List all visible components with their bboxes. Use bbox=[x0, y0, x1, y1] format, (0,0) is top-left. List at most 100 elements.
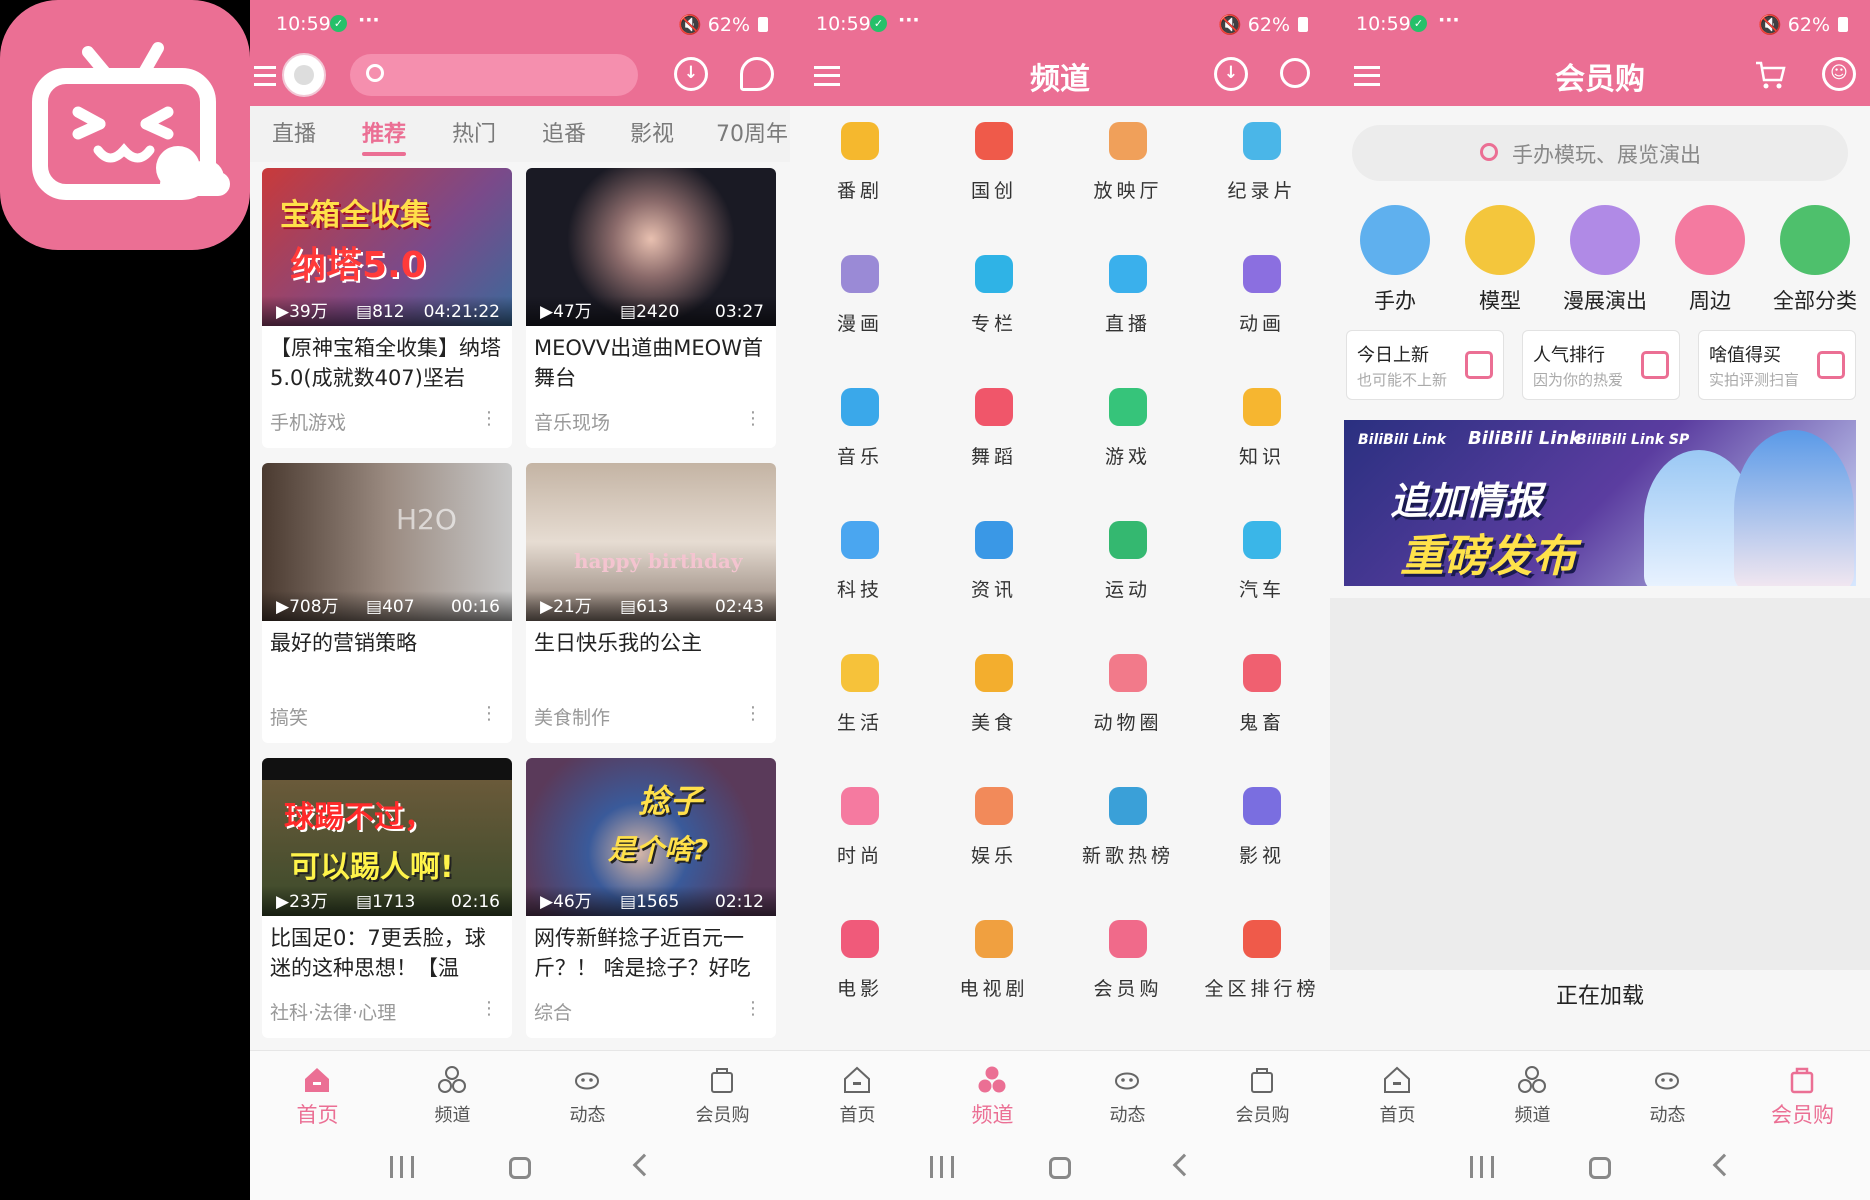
shop-search-input[interactable]: 手办模玩、展览演出 bbox=[1352, 125, 1848, 181]
tab-anime[interactable]: 追番 bbox=[542, 116, 586, 148]
channel-label: 纪录片 bbox=[1227, 180, 1297, 202]
system-home-icon[interactable] bbox=[1049, 1157, 1071, 1179]
shop-category[interactable]: 模型 bbox=[1447, 205, 1553, 315]
nav-home[interactable]: 首页 bbox=[790, 1051, 925, 1133]
channel-item[interactable]: 娱乐 bbox=[927, 773, 1061, 893]
nav-channels[interactable]: 频道 bbox=[925, 1051, 1060, 1133]
channel-label: 新歌热榜 bbox=[1081, 845, 1174, 867]
search-input[interactable] bbox=[350, 54, 638, 96]
channel-item[interactable]: 运动 bbox=[1061, 507, 1195, 627]
more-options-icon[interactable]: ⋮ bbox=[744, 408, 762, 429]
nav-channels[interactable]: 频道 bbox=[1465, 1051, 1600, 1133]
promo-banner[interactable]: BiliBili Link BiliBili Link BiliBili Lin… bbox=[1344, 420, 1856, 586]
download-icon[interactable]: ↓ bbox=[1214, 57, 1248, 91]
channel-item[interactable]: 音乐 bbox=[793, 374, 927, 494]
bilibili-app-icon[interactable] bbox=[0, 0, 250, 250]
video-card[interactable]: ▶47万 ▤2420 03:27 MEOVV出道曲MEOW首舞台 音乐现场 ⋮ bbox=[526, 168, 776, 448]
quick-link-card[interactable]: 今日上新 也可能不上新 bbox=[1346, 330, 1504, 400]
channel-item[interactable]: 直播 bbox=[1061, 241, 1195, 361]
customer-service-icon[interactable]: ☺ bbox=[1822, 57, 1856, 91]
channel-item[interactable]: 专栏 bbox=[927, 241, 1061, 361]
channel-item[interactable]: 生活 bbox=[793, 640, 927, 760]
tab-live[interactable]: 直播 bbox=[272, 116, 316, 148]
back-icon[interactable] bbox=[1172, 1153, 1196, 1177]
shop-category[interactable]: 漫展演出 bbox=[1552, 205, 1658, 315]
bottom-nav: 首页 频道 动态 会员购 bbox=[1330, 1050, 1870, 1132]
bottom-nav: 首页 频道 动态 会员购 bbox=[790, 1050, 1330, 1132]
channel-item[interactable]: 舞蹈 bbox=[927, 374, 1061, 494]
nav-channels[interactable]: 频道 bbox=[385, 1051, 520, 1133]
shop-category[interactable]: 手办 bbox=[1342, 205, 1448, 315]
quick-link-card[interactable]: 人气排行 因为你的热爱 bbox=[1522, 330, 1680, 400]
shop-screen: 10:59 ✓ ··· 🔇 62% 会员购 ☺ 手办模玩、展览演出 手办 模型 漫展… bbox=[1330, 0, 1870, 1200]
channel-item[interactable]: 番剧 bbox=[793, 108, 927, 228]
video-card[interactable]: happy birthday ▶21万 ▤613 02:43 生日快乐我的公主 … bbox=[526, 463, 776, 743]
nav-shop[interactable]: 会员购 bbox=[1195, 1051, 1330, 1133]
nav-dynamics[interactable]: 动态 bbox=[1060, 1051, 1195, 1133]
channel-item[interactable]: 漫画 bbox=[793, 241, 927, 361]
channel-icon bbox=[841, 122, 879, 160]
back-icon[interactable] bbox=[1712, 1153, 1736, 1177]
channel-item[interactable]: 放映厅 bbox=[1061, 108, 1195, 228]
channel-item[interactable]: 新歌热榜 bbox=[1061, 773, 1195, 893]
more-options-icon[interactable]: ⋮ bbox=[744, 998, 762, 1019]
channel-icon bbox=[841, 654, 879, 692]
tab-70th[interactable]: 70周年 bbox=[716, 116, 788, 148]
recent-apps-icon[interactable] bbox=[1470, 1156, 1494, 1178]
nav-home[interactable]: 首页 bbox=[250, 1051, 385, 1133]
channel-icon bbox=[975, 122, 1013, 160]
download-icon[interactable]: ↓ bbox=[674, 57, 708, 91]
more-options-icon[interactable]: ⋮ bbox=[744, 703, 762, 724]
nav-shop[interactable]: 会员购 bbox=[655, 1051, 790, 1133]
channel-icon bbox=[1243, 654, 1281, 692]
nav-shop[interactable]: 会员购 bbox=[1735, 1051, 1870, 1133]
shop-category[interactable]: 全部分类 bbox=[1762, 205, 1868, 315]
system-home-icon[interactable] bbox=[509, 1157, 531, 1179]
tab-recommend[interactable]: 推荐 bbox=[362, 116, 406, 148]
tab-movies[interactable]: 影视 bbox=[630, 116, 674, 148]
channel-item[interactable]: 美食 bbox=[927, 640, 1061, 760]
channel-item[interactable]: 时尚 bbox=[793, 773, 927, 893]
channel-item[interactable]: 会员购 bbox=[1061, 906, 1195, 1026]
tab-hot[interactable]: 热门 bbox=[452, 116, 496, 148]
channel-item[interactable]: 国创 bbox=[927, 108, 1061, 228]
channel-item[interactable]: 动画 bbox=[1195, 241, 1329, 361]
system-home-icon[interactable] bbox=[1589, 1157, 1611, 1179]
channel-item[interactable]: 游戏 bbox=[1061, 374, 1195, 494]
channel-item[interactable]: 全区排行榜 bbox=[1195, 906, 1329, 1026]
video-category: 搞笑 bbox=[270, 707, 309, 729]
channel-item[interactable]: 知识 bbox=[1195, 374, 1329, 494]
nav-dynamics[interactable]: 动态 bbox=[1600, 1051, 1735, 1133]
message-icon[interactable] bbox=[740, 57, 774, 91]
nav-home[interactable]: 首页 bbox=[1330, 1051, 1465, 1133]
more-options-icon[interactable]: ⋮ bbox=[480, 408, 498, 429]
menu-icon[interactable] bbox=[254, 66, 276, 86]
shop-category[interactable]: 周边 bbox=[1657, 205, 1763, 315]
channel-item[interactable]: 资讯 bbox=[927, 507, 1061, 627]
more-options-icon[interactable]: ⋮ bbox=[480, 998, 498, 1019]
channel-item[interactable]: 汽车 bbox=[1195, 507, 1329, 627]
video-card[interactable]: 宝箱全收集 纳塔5.0 ▶39万 ▤812 04:21:22 【原神宝箱全收集】… bbox=[262, 168, 512, 448]
more-options-icon[interactable]: ⋮ bbox=[480, 703, 498, 724]
cart-icon[interactable] bbox=[1754, 60, 1786, 90]
battery-icon bbox=[758, 17, 768, 32]
video-card[interactable]: H2O ▶708万 ▤407 00:16 最好的营销策略 搞笑 ⋮ bbox=[262, 463, 512, 743]
channel-item[interactable]: 电视剧 bbox=[927, 906, 1061, 1026]
video-card[interactable]: 球踢不过， 可以踢人啊! ▶23万 ▤1713 02:16 比国足0：7更丢脸，… bbox=[262, 758, 512, 1038]
recent-apps-icon[interactable] bbox=[930, 1156, 954, 1178]
channel-item[interactable]: 科技 bbox=[793, 507, 927, 627]
channel-item[interactable]: 纪录片 bbox=[1195, 108, 1329, 228]
channel-item[interactable]: 影视 bbox=[1195, 773, 1329, 893]
channel-item[interactable]: 鬼畜 bbox=[1195, 640, 1329, 760]
search-icon[interactable] bbox=[1280, 58, 1310, 88]
category-label: 手办 bbox=[1374, 289, 1416, 313]
channel-item[interactable]: 动物圈 bbox=[1061, 640, 1195, 760]
channel-label: 会员购 bbox=[1093, 978, 1163, 1000]
quick-link-card[interactable]: 啥值得买 实拍评测扫盲 bbox=[1698, 330, 1856, 400]
avatar[interactable] bbox=[282, 53, 326, 97]
nav-dynamics[interactable]: 动态 bbox=[520, 1051, 655, 1133]
video-card[interactable]: 捻子 是个啥? ▶46万 ▤1565 02:12 网传新鲜捻子近百元一斤？！ 啥… bbox=[526, 758, 776, 1038]
recent-apps-icon[interactable] bbox=[390, 1156, 414, 1178]
channel-item[interactable]: 电影 bbox=[793, 906, 927, 1026]
back-icon[interactable] bbox=[632, 1153, 656, 1177]
